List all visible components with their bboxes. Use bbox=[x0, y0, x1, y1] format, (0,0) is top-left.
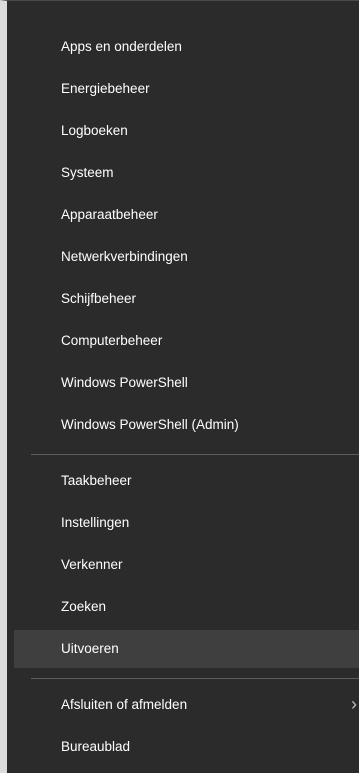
menu-item-taakbeheer[interactable]: Taakbeheer bbox=[14, 462, 359, 500]
menu-item-systeem[interactable]: Systeem bbox=[14, 154, 359, 192]
menu-item-label: Systeem bbox=[61, 165, 114, 180]
menu-separator bbox=[31, 678, 359, 679]
menu-separator bbox=[31, 454, 359, 455]
menu-item-uitvoeren[interactable]: Uitvoeren bbox=[14, 630, 359, 668]
menu-item-label: Windows PowerShell (Admin) bbox=[61, 417, 239, 432]
menu-item-instellingen[interactable]: Instellingen bbox=[14, 504, 359, 542]
menu-item-energiebeheer[interactable]: Energiebeheer bbox=[14, 70, 359, 108]
menu-item-label: Verkenner bbox=[61, 557, 123, 572]
menu-item-label: Netwerkverbindingen bbox=[61, 249, 188, 264]
menu-item-verkenner[interactable]: Verkenner bbox=[14, 546, 359, 584]
menu-item-label: Zoeken bbox=[61, 599, 107, 614]
menu-item-zoeken[interactable]: Zoeken bbox=[14, 588, 359, 626]
menu-item-netwerkverbindingen[interactable]: Netwerkverbindingen bbox=[14, 238, 359, 276]
menu-item-bureaublad[interactable]: Bureaublad bbox=[14, 728, 359, 766]
menu-item-windows-powershell-admin[interactable]: Windows PowerShell (Admin) bbox=[14, 406, 359, 444]
menu-item-label: Taakbeheer bbox=[61, 473, 132, 488]
menu-item-label: Uitvoeren bbox=[61, 641, 119, 656]
menu-item-label: Computerbeheer bbox=[61, 333, 163, 348]
menu-item-schijfbeheer[interactable]: Schijfbeheer bbox=[14, 280, 359, 318]
menu-item-label: Schijfbeheer bbox=[61, 291, 137, 306]
menu-item-afsluiten-of-afmelden[interactable]: Afsluiten of afmelden › bbox=[14, 686, 359, 724]
menu-item-label: Afsluiten of afmelden bbox=[61, 697, 188, 712]
menu-item-computerbeheer[interactable]: Computerbeheer bbox=[14, 322, 359, 360]
menu-item-label: Bureaublad bbox=[61, 739, 131, 754]
menu-item-label: Windows PowerShell bbox=[61, 375, 188, 390]
menu-item-label: Apps en onderdelen bbox=[61, 39, 182, 54]
menu-item-label: Logboeken bbox=[61, 123, 128, 138]
menu-item-label: Instellingen bbox=[61, 515, 130, 530]
chevron-right-icon: › bbox=[351, 694, 357, 714]
winx-context-menu: Apps en onderdelen Energiebeheer Logboek… bbox=[0, 0, 359, 773]
menu-item-apparaatbeheer[interactable]: Apparaatbeheer bbox=[14, 196, 359, 234]
menu-item-windows-powershell[interactable]: Windows PowerShell bbox=[14, 364, 359, 402]
menu-item-label: Energiebeheer bbox=[61, 81, 150, 96]
menu-item-label: Apparaatbeheer bbox=[61, 207, 158, 222]
menu-item-apps-en-onderdelen[interactable]: Apps en onderdelen bbox=[14, 28, 359, 66]
menu-item-logboeken[interactable]: Logboeken bbox=[14, 112, 359, 150]
